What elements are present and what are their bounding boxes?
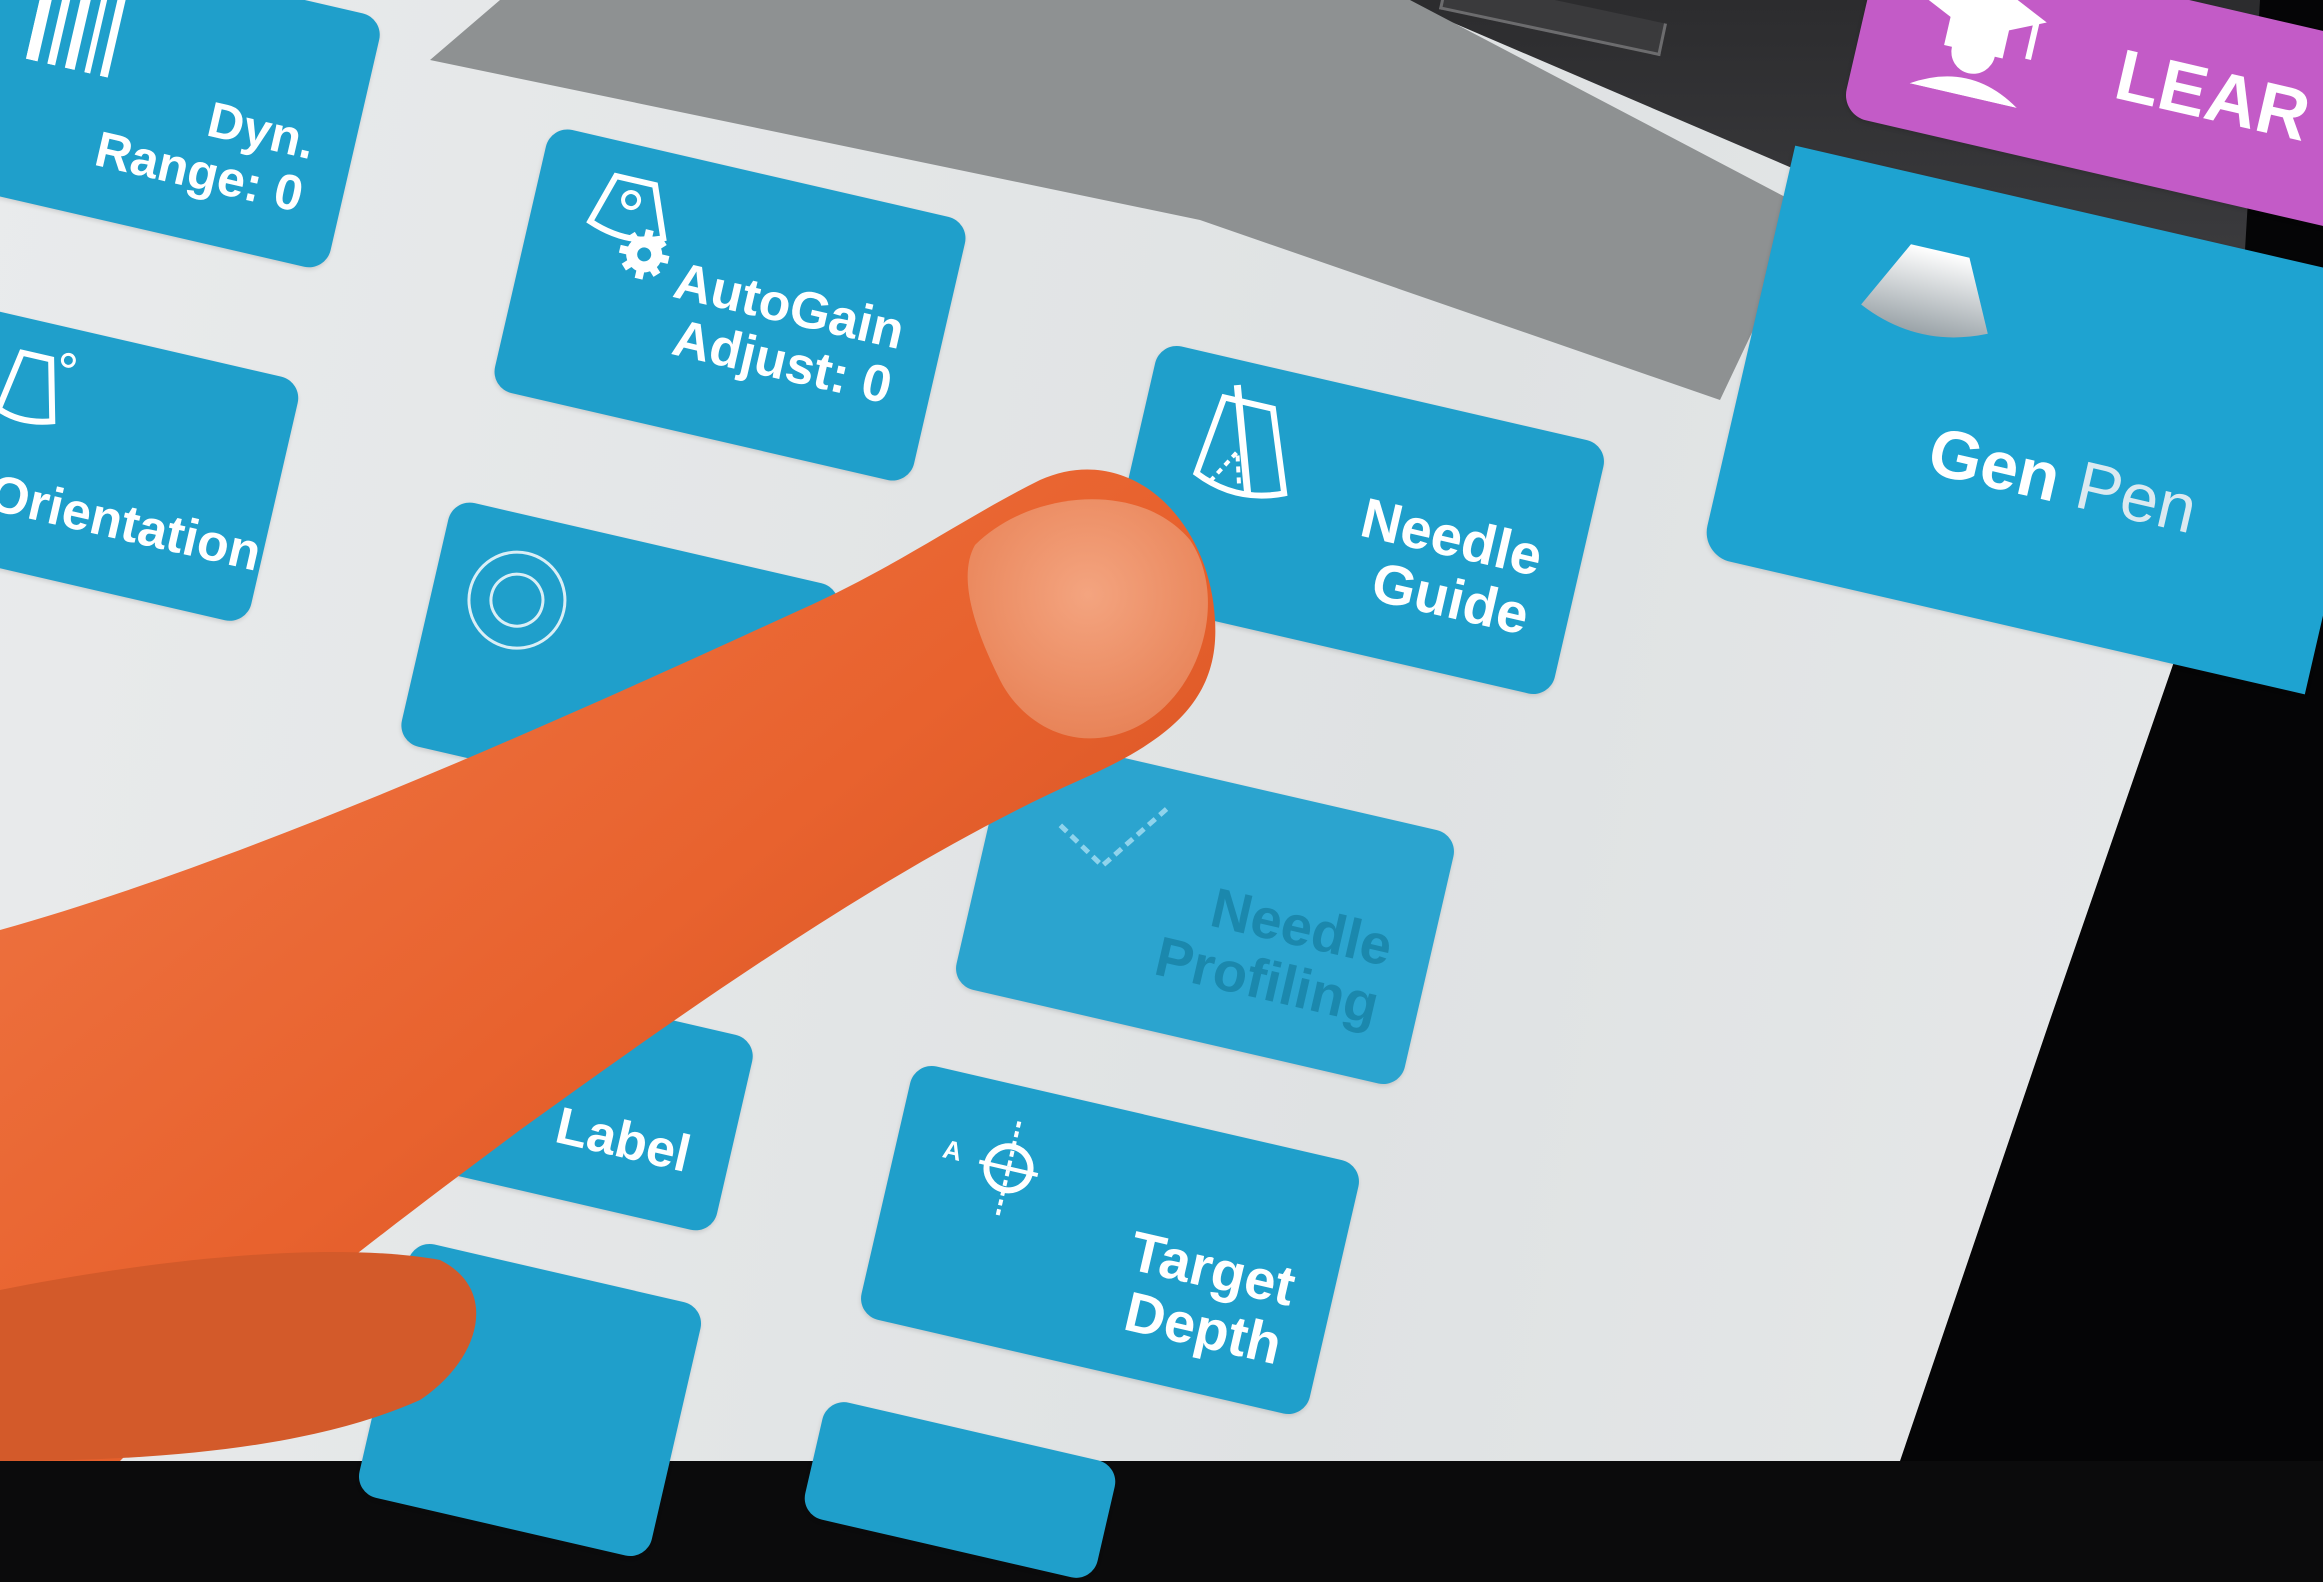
pointing-finger: [0, 469, 1216, 1461]
